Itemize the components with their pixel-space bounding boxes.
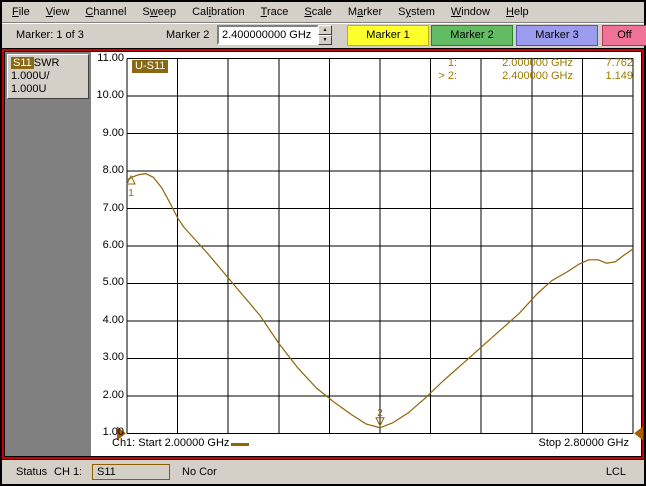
trace-reference-label: 1.000U [11,83,47,95]
y-tick-label: 11.00 [97,52,124,64]
toolbar-button-marker-1[interactable]: Marker 1 [347,25,429,46]
marker-toolbar: Marker: 1 of 3 Marker 2 ▲ ▼ Marker 1Mark… [2,23,646,48]
display-area: S11 SWR 1.000U/ 1.000U 12 11.00 10.00 9.00 8… [4,51,644,457]
menu-item-scale[interactable]: Scale [296,3,340,21]
trace-sidebar: S11 SWR 1.000U/ 1.000U [5,52,91,456]
toolbar-button-marker-3[interactable]: Marker 3 [516,25,598,46]
y-tick-label: 6.00 [102,239,124,251]
plot-svg: 12 [116,58,644,441]
channel-label: CH 1: [54,466,83,478]
menu-item-sweep[interactable]: Sweep [134,3,184,21]
trace-scale-label: 1.000U/ [11,70,50,82]
marker-1-value: 7.762 [605,57,633,69]
status-bar: Status CH 1: S11 No Cor LCL [2,460,644,484]
menu-item-view[interactable]: View [38,3,78,21]
y-tick-label: 9.00 [102,126,124,139]
display-frame: S11 SWR 1.000U/ 1.000U 12 11.00 10.00 9.00 8… [2,48,644,460]
marker-2-value: 1.149 [605,70,633,82]
marker-1-frequency: 2.000000 GHz [502,57,573,69]
menu-item-window[interactable]: Window [443,3,498,21]
vna-app-window: { "colors":{ "trace":"#8f6508", "readout… [0,0,646,486]
measurement-line: S11 SWR [11,57,85,70]
trace-parameter-tag: S11 [11,57,34,69]
sweep-start-label: Ch1: Start 2.00000 GHz [112,437,230,449]
lcl-indicator: LCL [605,466,626,478]
trace-format-label: SWR [33,57,60,69]
marker-readout-row-2: > 2: 2.400000 GHz 1.149 [423,70,633,83]
menu-item-calibration[interactable]: Calibration [184,3,253,21]
svg-text:2: 2 [377,408,383,419]
y-tick-label: 2.00 [102,388,124,401]
chart-area: 12 11.00 10.00 9.00 8.00 7.00 6.00 5.00 4.00 3.0… [91,52,644,456]
y-tick-label: 7.00 [102,201,124,214]
active-measurement-box[interactable]: S11 [92,464,170,480]
marker-readout: 1: 2.000000 GHz 7.762 > 2: 2.400000 GHz … [423,57,633,83]
measurement-panel[interactable]: S11 SWR 1.000U/ 1.000U [7,54,89,99]
spinner-down-button[interactable]: ▼ [318,35,332,45]
correction-status: No Cor [182,466,217,478]
menu-item-file[interactable]: File [4,3,38,21]
menu-bar: File View Channel Sweep Calibration Trace Scal… [2,2,644,23]
status-label: Status [16,466,48,478]
toolbar-button-off[interactable]: Off [602,25,646,46]
marker-field-label: Marker 2 [166,29,210,41]
menu-item-marker[interactable]: Marker [340,3,390,21]
y-tick-label: 8.00 [102,164,124,177]
marker-readout-row-1: 1: 2.000000 GHz 7.762 [423,57,633,70]
trace-title-badge: U-S11 [132,60,169,73]
marker-frequency-input[interactable] [217,25,319,45]
marker-status-label: Marker: 1 of 3 [16,29,84,41]
y-tick-label: 3.00 [102,351,124,364]
trace-color-legend [231,443,249,446]
marker-1-index: 1: [447,57,457,69]
menu-item-system[interactable]: System [390,3,443,21]
y-tick-label: 5.00 [102,276,124,289]
svg-text:1: 1 [128,188,134,199]
menu-item-channel[interactable]: Channel [77,3,134,21]
sweep-stop-label: Stop 2.80000 GHz [538,437,629,449]
marker-frequency-spinner: ▲ ▼ [318,25,332,45]
marker-2-frequency: 2.400000 GHz [502,70,573,82]
y-tick-label: 4.00 [102,313,124,326]
y-tick-label: 10.00 [96,89,124,102]
marker-2-index: > 2: [438,70,457,82]
spinner-up-button[interactable]: ▲ [318,25,332,35]
menu-item-help[interactable]: Help [498,3,537,21]
menu-item-trace[interactable]: Trace [253,3,297,21]
toolbar-button-marker-2[interactable]: Marker 2 [431,25,513,46]
sweep-stop-triangle [634,426,644,441]
